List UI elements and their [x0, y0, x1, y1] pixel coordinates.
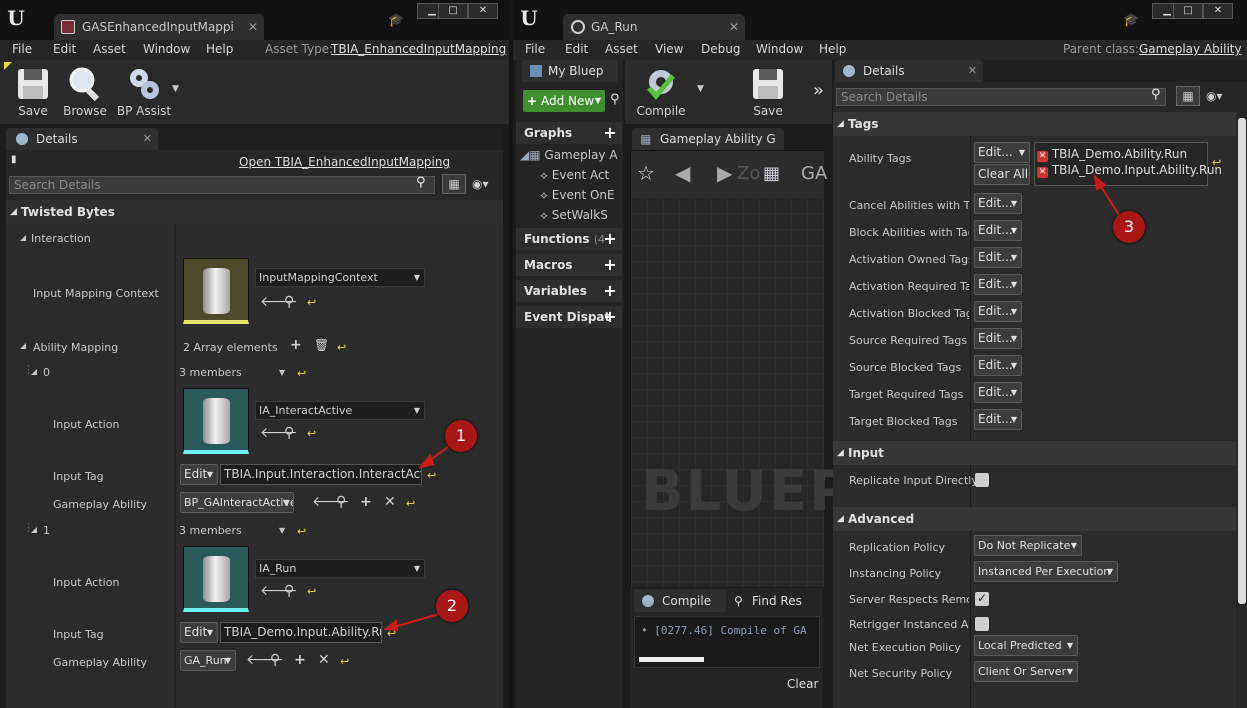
callout-2: 2: [436, 590, 468, 622]
arrow-head: [1093, 174, 1107, 191]
callout-1: 1: [445, 420, 477, 452]
arrow-head: [418, 454, 435, 469]
annotation-arrows: [383, 174, 1122, 632]
callout-3: 3: [1113, 211, 1145, 243]
arrow-head: [383, 619, 399, 632]
